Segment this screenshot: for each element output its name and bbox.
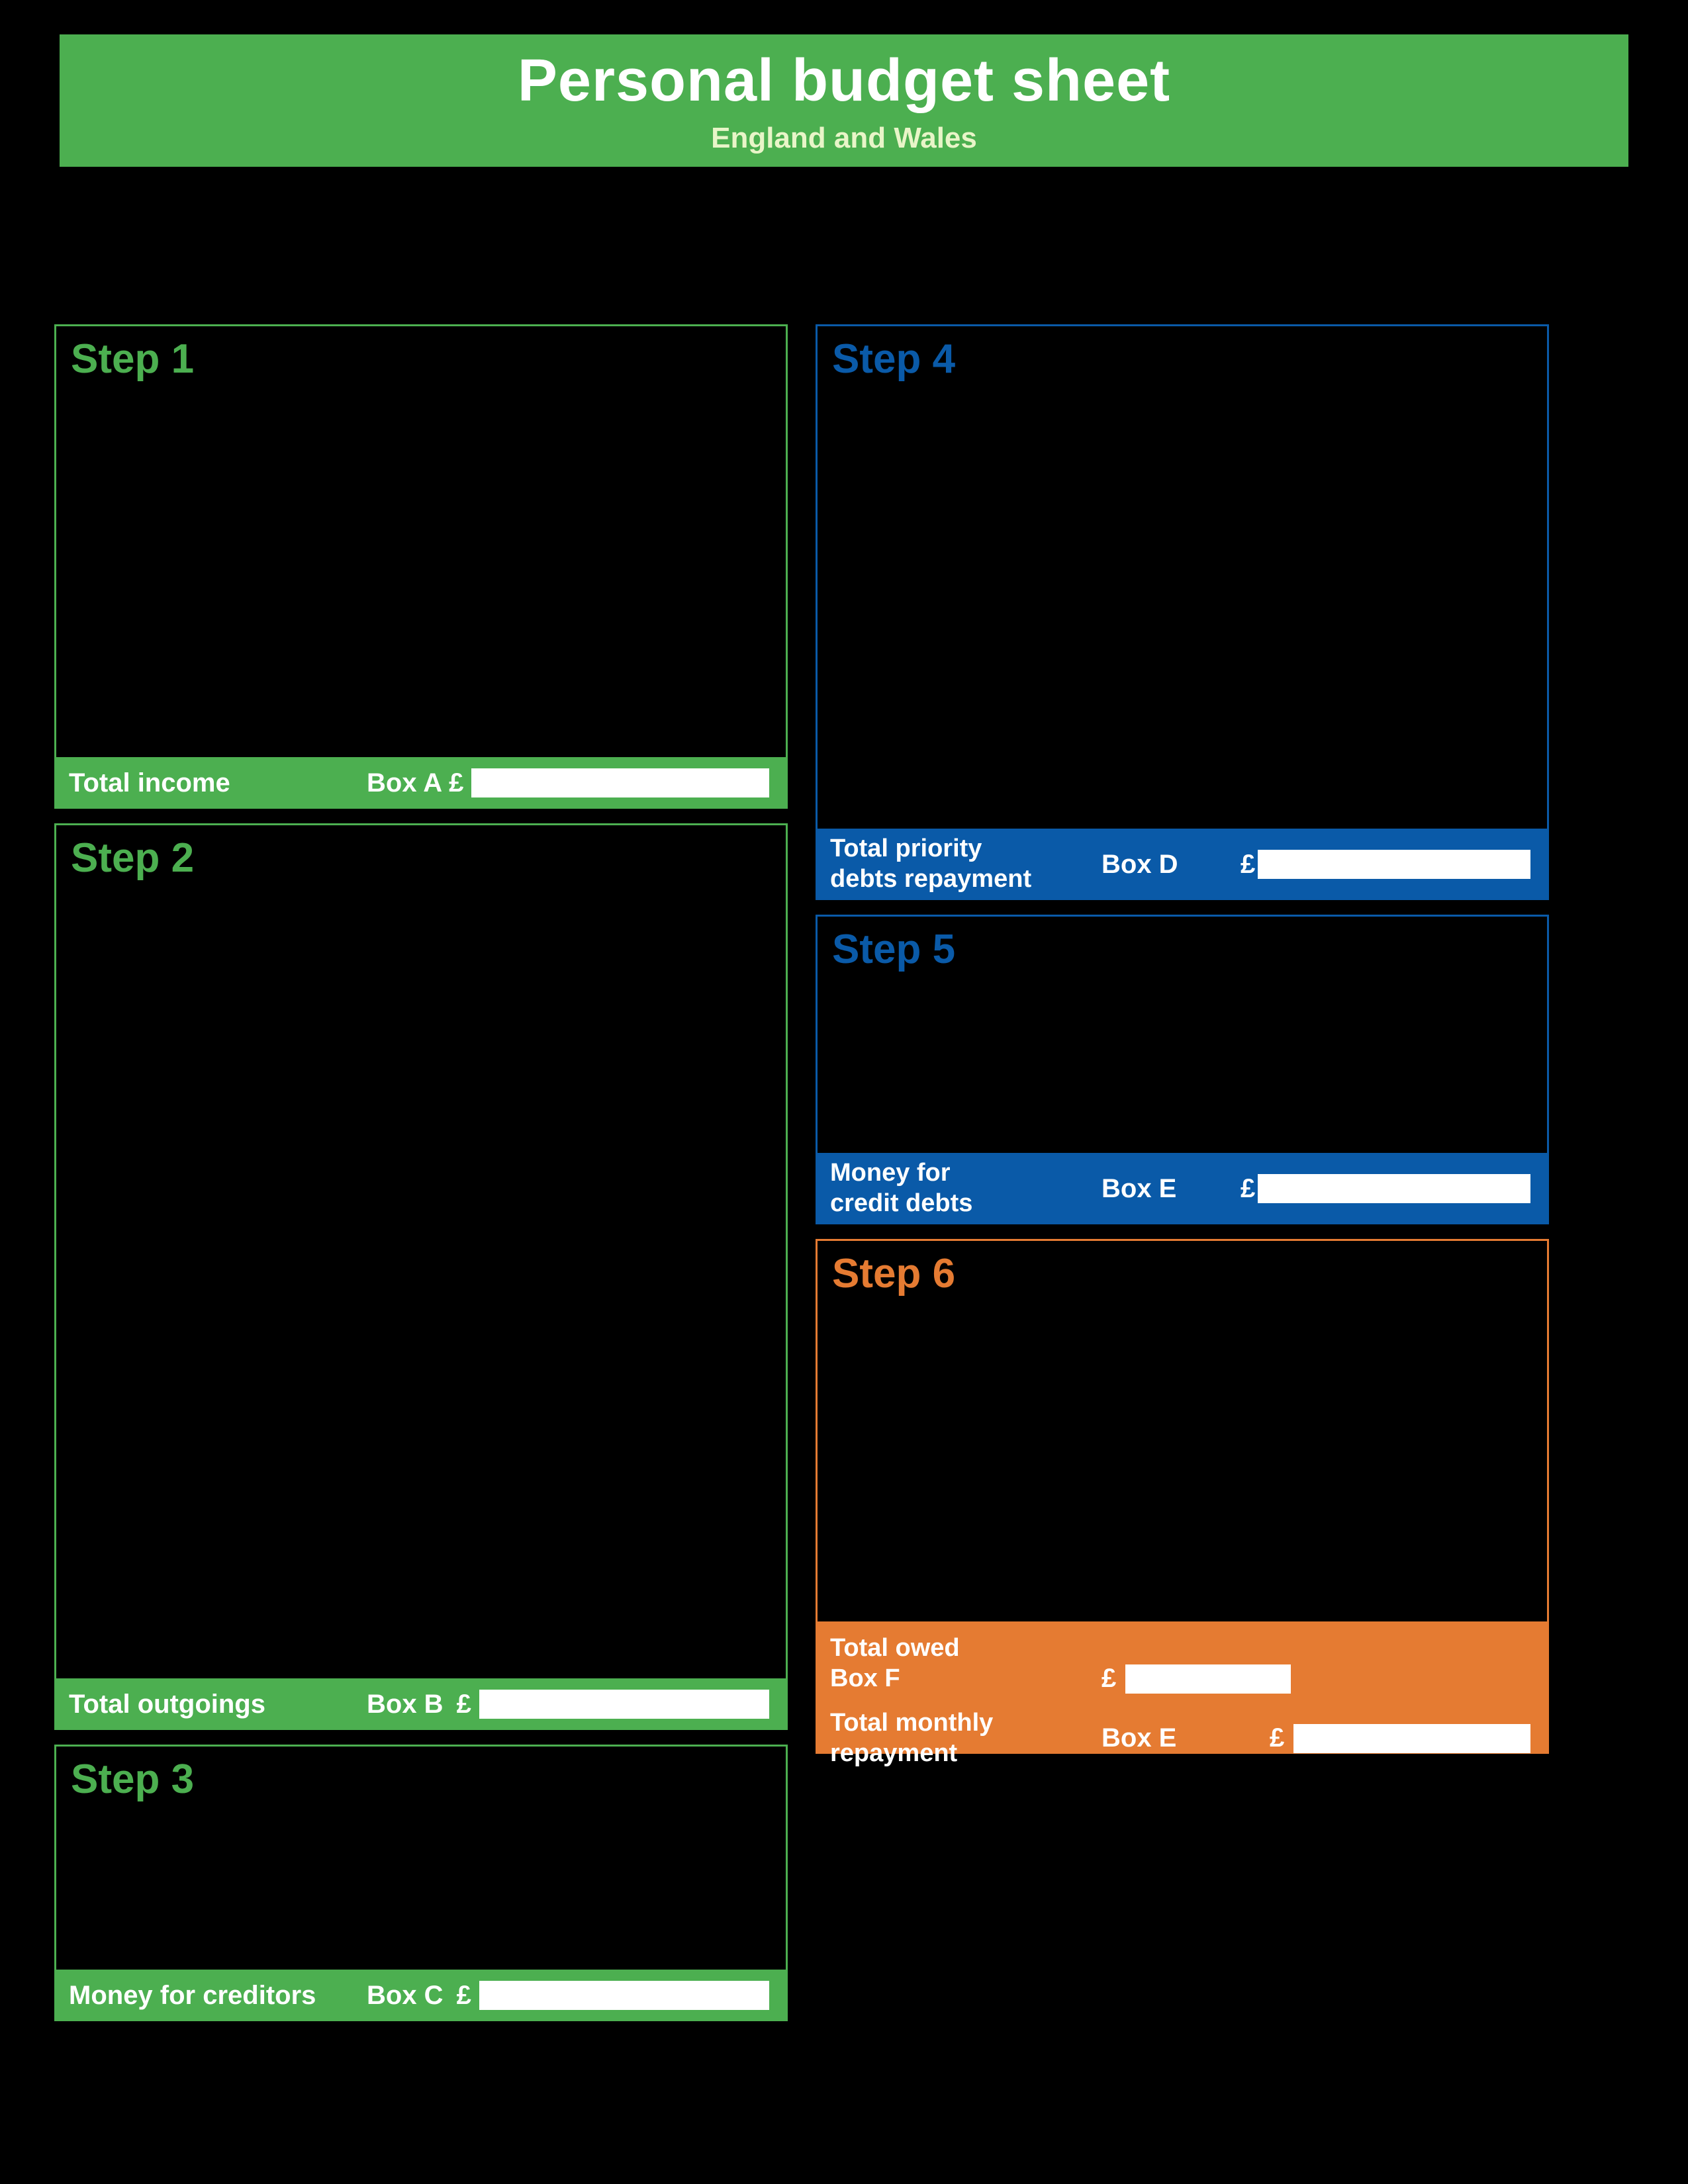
money-credit-label-1: Money for bbox=[830, 1158, 1068, 1189]
step-4-box: Step 4 Total priority debts repayment Bo… bbox=[816, 324, 1549, 900]
total-owed-label: Total owed bbox=[830, 1633, 1068, 1664]
step-2-title: Step 2 bbox=[56, 825, 786, 882]
step-2-footer: Total outgoings Box B £ bbox=[54, 1678, 788, 1730]
currency-symbol: £ bbox=[1241, 1174, 1255, 1204]
step-5-box: Step 5 Money for credit debts Box E £ bbox=[816, 915, 1549, 1224]
box-d-input[interactable] bbox=[1258, 850, 1530, 879]
step-6-box: Step 6 Total owed Box F £ Total monthly … bbox=[816, 1239, 1549, 1754]
total-priority-label-2: debts repayment bbox=[830, 864, 1068, 895]
box-c-input[interactable] bbox=[479, 1981, 769, 2010]
box-f-input[interactable] bbox=[1125, 1664, 1291, 1694]
box-f-label: Box F bbox=[830, 1664, 1068, 1694]
total-monthly-label-2: repayment bbox=[830, 1739, 1068, 1769]
step-5-footer: Money for credit debts Box E £ bbox=[816, 1153, 1549, 1224]
box-c-label: Box C bbox=[367, 1981, 444, 2011]
step-1-footer: Total income Box A £ bbox=[54, 757, 788, 809]
currency-symbol: £ bbox=[449, 768, 463, 798]
step-4-title: Step 4 bbox=[818, 326, 1547, 383]
box-b-label: Box B bbox=[367, 1690, 444, 1719]
currency-symbol: £ bbox=[1270, 1723, 1284, 1753]
total-monthly-label-1: Total monthly bbox=[830, 1708, 1068, 1739]
step-6-title: Step 6 bbox=[818, 1241, 1547, 1297]
box-a-input[interactable] bbox=[471, 768, 769, 797]
page-title: Personal budget sheet bbox=[518, 47, 1170, 115]
step-6-footer: Total owed Box F £ Total monthly repayme… bbox=[816, 1621, 1549, 1754]
page-subtitle: England and Wales bbox=[711, 122, 977, 155]
total-income-label: Total income bbox=[69, 768, 347, 798]
currency-symbol: £ bbox=[457, 1981, 471, 2011]
step-1-box: Step 1 Total income Box A £ bbox=[54, 324, 788, 809]
step-2-box: Step 2 Total outgoings Box B £ bbox=[54, 823, 788, 1730]
step-5-title: Step 5 bbox=[818, 917, 1547, 973]
box-b-input[interactable] bbox=[479, 1690, 769, 1719]
step-3-box: Step 3 Money for creditors Box C £ bbox=[54, 1745, 788, 2021]
total-priority-label-1: Total priority bbox=[830, 834, 1068, 864]
currency-symbol: £ bbox=[457, 1690, 471, 1719]
box-d-label: Box D bbox=[1068, 850, 1241, 880]
step-3-footer: Money for creditors Box C £ bbox=[54, 1970, 788, 2021]
currency-symbol: £ bbox=[1102, 1664, 1116, 1694]
currency-symbol: £ bbox=[1241, 850, 1255, 880]
money-credit-label-2: credit debts bbox=[830, 1189, 1068, 1219]
money-for-creditors-label: Money for creditors bbox=[69, 1981, 347, 2011]
box-e-repay-label: Box E bbox=[1068, 1723, 1241, 1753]
box-e-repay-input[interactable] bbox=[1293, 1724, 1530, 1753]
box-a-label: Box A bbox=[367, 768, 442, 798]
box-e-label: Box E bbox=[1068, 1174, 1241, 1204]
step-3-title: Step 3 bbox=[56, 1747, 786, 1803]
step-1-title: Step 1 bbox=[56, 326, 786, 383]
header-band: Personal budget sheet England and Wales bbox=[60, 34, 1628, 167]
box-e-input[interactable] bbox=[1258, 1174, 1530, 1203]
step-4-footer: Total priority debts repayment Box D £ bbox=[816, 829, 1549, 900]
total-outgoings-label: Total outgoings bbox=[69, 1690, 347, 1719]
